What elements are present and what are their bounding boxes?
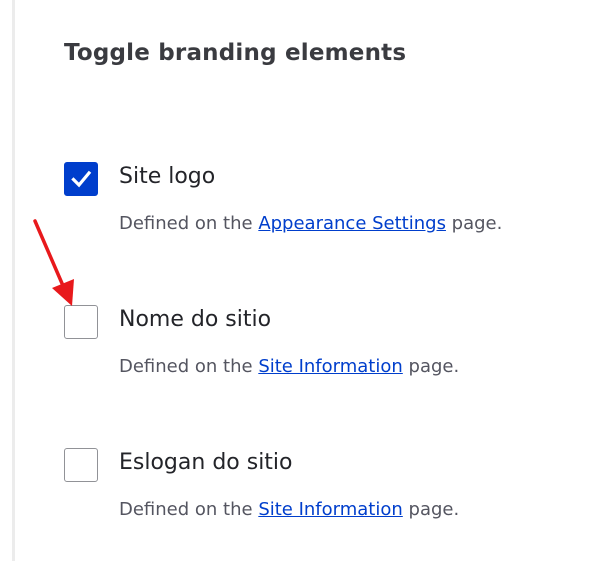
description-suffix: page.	[402, 356, 460, 377]
site-information-link[interactable]: Site Information	[258, 356, 402, 377]
description-suffix: page.	[402, 499, 460, 520]
site-name-label[interactable]: Nome do sitio	[119, 307, 271, 332]
site-slogan-checkbox[interactable]	[64, 448, 98, 482]
description-prefix: Defined on the	[119, 499, 259, 520]
site-logo-description: Defined on the Appearance Settings page.	[119, 213, 502, 234]
description-prefix: Defined on the	[119, 356, 259, 377]
description-suffix: page.	[445, 213, 503, 234]
site-name-description: Defined on the Site Information page.	[119, 356, 459, 377]
site-slogan-label[interactable]: Eslogan do sitio	[119, 450, 293, 475]
section-title: Toggle branding elements	[64, 40, 407, 66]
site-name-checkbox[interactable]	[64, 305, 98, 339]
appearance-settings-link[interactable]: Appearance Settings	[258, 213, 446, 234]
red-arrow-annotation-icon	[33, 219, 74, 306]
site-logo-label[interactable]: Site logo	[119, 164, 215, 189]
site-information-link[interactable]: Site Information	[258, 499, 402, 520]
checkmark-icon	[71, 170, 92, 188]
panel-left-border	[12, 0, 15, 561]
site-logo-checkbox[interactable]	[64, 162, 98, 196]
site-slogan-description: Defined on the Site Information page.	[119, 499, 459, 520]
description-prefix: Defined on the	[119, 213, 259, 234]
